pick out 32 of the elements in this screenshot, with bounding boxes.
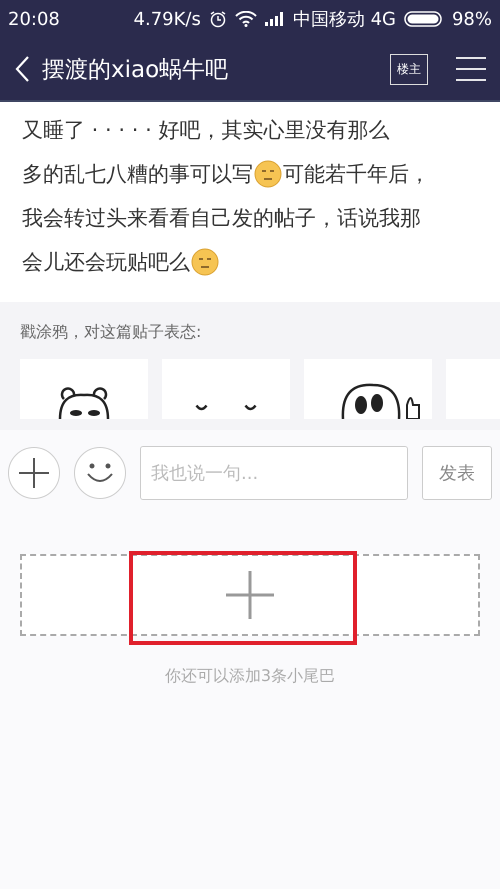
- doodle-label: 戳涂鸦，对这篇贴子表态:: [20, 322, 202, 343]
- post-text: 多的乱七八糟的事可以写: [22, 161, 253, 188]
- send-button[interactable]: 发表: [422, 446, 492, 500]
- back-icon[interactable]: [14, 55, 30, 83]
- tail-hint: 你还可以添加3条小尾巴: [164, 666, 336, 687]
- add-button[interactable]: [8, 447, 60, 499]
- post-text: 可能若千年后，: [283, 161, 430, 188]
- plus-icon: [226, 571, 274, 619]
- smiley-icon: [86, 462, 114, 484]
- post-text: 又睡了 · · · · · 好吧，其实心里没有那么: [22, 117, 390, 144]
- sticker-card[interactable]: [20, 359, 148, 419]
- sticker-card[interactable]: [304, 359, 432, 419]
- status-time: 20:08: [8, 8, 60, 30]
- carrier-name: 中国移动 4G: [292, 8, 396, 31]
- menu-icon[interactable]: [456, 57, 486, 81]
- emoji-icon: [253, 159, 283, 189]
- network-speed: 4.79K/s: [134, 8, 201, 30]
- wifi-icon: [234, 11, 257, 27]
- owner-only-button[interactable]: 楼主: [390, 54, 428, 84]
- post-text: 我会转过头来看看自己发的帖子，话说我那: [22, 205, 421, 232]
- closed-eyes-drawing: [195, 404, 257, 411]
- alarm-icon: [208, 10, 227, 28]
- add-tail-button[interactable]: [20, 554, 480, 636]
- battery-percent: 98%: [452, 8, 492, 30]
- emoji-icon: [190, 247, 220, 277]
- post-text: 会儿还会玩贴吧么: [22, 249, 190, 276]
- emoji-button[interactable]: [74, 447, 126, 499]
- comment-field[interactable]: 我也说一句...: [140, 446, 408, 500]
- plus-icon: [19, 458, 49, 488]
- signal-icon: [264, 12, 285, 26]
- page-title: 摆渡的xiao蜗牛吧: [42, 56, 230, 84]
- battery-icon: [404, 11, 444, 27]
